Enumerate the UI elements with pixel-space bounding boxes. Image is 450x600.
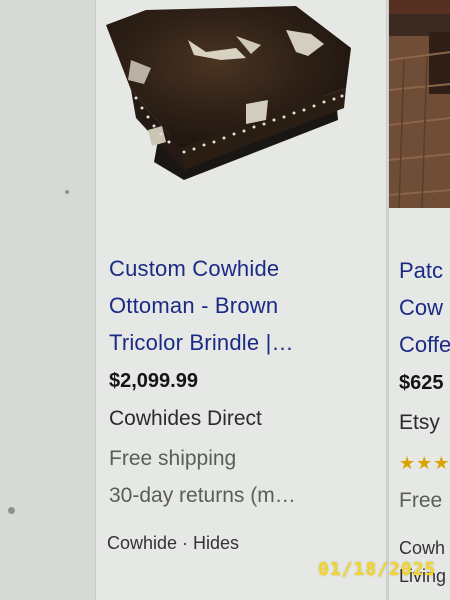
next-title-line[interactable]: Patc — [399, 252, 443, 289]
rating-stars: ★★★ — [399, 453, 450, 473]
product-title-link[interactable]: Custom Cowhide Ottoman - Brown Tricolor … — [109, 250, 374, 361]
next-title-line[interactable]: Cow — [399, 289, 443, 326]
floor-image — [389, 0, 450, 209]
next-price: $625 — [399, 372, 444, 394]
photo-timestamp: 01/18/2025 — [318, 559, 437, 580]
title-line: Ottoman - Brown — [109, 293, 279, 318]
gutter-dot — [8, 507, 15, 514]
gutter-dot — [65, 190, 69, 194]
title-line: Tricolor Brindle |… — [109, 330, 294, 355]
product-tags[interactable]: Cowhide · Hides — [107, 533, 239, 554]
next-product-image[interactable] — [389, 0, 450, 209]
next-title-line[interactable]: Coffe — [399, 326, 450, 363]
returns-info: 30-day returns (m… — [109, 484, 296, 507]
next-seller: Etsy — [399, 411, 440, 434]
next-tags[interactable]: Cowh — [399, 538, 445, 559]
next-shipping: Free — [399, 489, 443, 512]
title-line: Custom Cowhide — [109, 256, 280, 281]
product-image[interactable] — [96, 0, 386, 235]
seller-name: Cowhides Direct — [109, 407, 262, 430]
next-product-card[interactable]: Patc Cow Coffe $625 Etsy ★★★ Free Cowh L… — [388, 0, 450, 600]
product-price: $2,099.99 — [109, 370, 198, 392]
ottoman-image — [106, 6, 351, 180]
shipping-info: Free shipping — [109, 447, 237, 470]
product-card[interactable]: Custom Cowhide Ottoman - Brown Tricolor … — [95, 0, 387, 600]
